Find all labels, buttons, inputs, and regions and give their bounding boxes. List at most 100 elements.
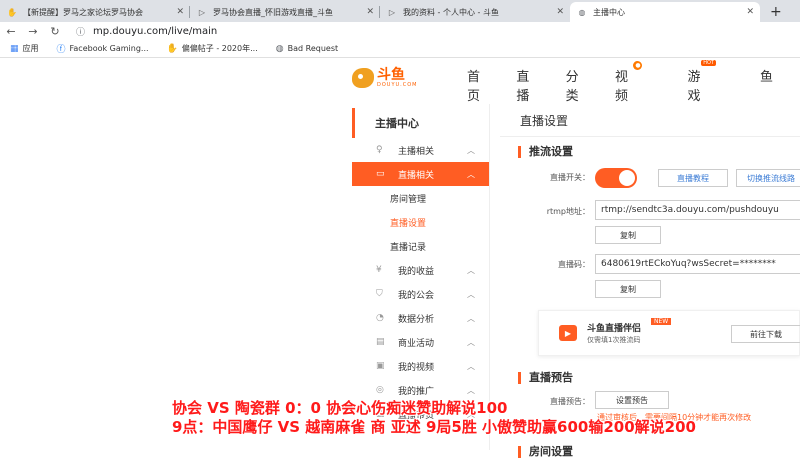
new-tab-button[interactable]: + <box>770 2 782 22</box>
sidebar-item-label: 我的公会 <box>398 290 435 301</box>
nav-video-label: 视频 <box>614 70 628 104</box>
copy-rtmp-button[interactable]: 复制 <box>595 226 661 244</box>
nav-game[interactable]: 游戏 HOT <box>687 60 733 104</box>
forward-arrow-icon[interactable]: → <box>22 25 44 38</box>
sidebar-sub-live-records[interactable]: 直播记录 <box>352 234 489 258</box>
sidebar-item-business[interactable]: ▤ 商业活动 ︿ <box>352 330 489 354</box>
close-icon[interactable]: ✕ <box>366 7 374 17</box>
sidebar-item-live[interactable]: ▭ 直播相关 ︿ <box>352 162 489 186</box>
globe-icon: ◍ <box>578 7 586 17</box>
bookmark-label: 应用 <box>22 44 39 53</box>
preview-label: 直播预告： <box>550 397 590 406</box>
overlay-caption-line2: 9点：中国鹰仔 VS 越南麻雀 商 亚述 9局5胜 小傲赞助赢600输200解说… <box>172 418 696 436</box>
nav-game-label: 游戏 <box>687 70 701 104</box>
promo-subtitle: 仅需填1次推流码 <box>587 336 641 344</box>
sidebar-item-label: 主播相关 <box>398 146 435 157</box>
section-room: 房间设置 <box>518 446 573 458</box>
address-bar: ← → ↻ ⓘ mp.douyu.com/live/main <box>0 22 800 40</box>
copy-code-button[interactable]: 复制 <box>595 280 661 298</box>
stream-code-field[interactable]: 6480619rtECkoYuq?wsSecret=******** <box>595 254 800 274</box>
blank-area <box>0 58 340 450</box>
url-field[interactable]: ⓘ mp.douyu.com/live/main <box>76 25 217 38</box>
chevron-up-icon: ︿ <box>467 361 475 371</box>
browser-tab-active[interactable]: ◍ 主播中心 ✕ <box>570 2 760 22</box>
info-icon[interactable]: ⓘ <box>76 25 85 38</box>
sidebar-item-earnings[interactable]: ¥ 我的收益 ︿ <box>352 258 489 282</box>
sidebar-item-videos[interactable]: ▣ 我的视频 ︿ <box>352 354 489 378</box>
section-push: 推流设置 <box>518 146 573 158</box>
chevron-up-icon: ︿ <box>467 265 475 275</box>
tab-title: 我的资料 - 个人中心 - 斗鱼 <box>403 7 499 17</box>
browser-tab[interactable]: ▷ 我的资料 - 个人中心 - 斗鱼 ✕ <box>380 2 570 22</box>
nav-home[interactable]: 首页 <box>467 66 489 104</box>
bookmark-post[interactable]: ✋ 偏偏帖子 - 2020年... <box>167 43 258 54</box>
mic-icon: ♀ <box>376 145 383 155</box>
switch-line-link[interactable]: 切换推流线路 <box>736 169 800 187</box>
chevron-up-icon: ︿ <box>467 337 475 347</box>
reload-icon[interactable]: ↻ <box>44 25 66 38</box>
rtmp-label: rtmp地址： <box>546 207 590 216</box>
bookmark-facebook[interactable]: ⓕ Facebook Gaming... <box>57 42 149 55</box>
set-preview-button[interactable]: 设置预告 <box>595 391 669 409</box>
sidebar-item-label: 数据分析 <box>398 314 435 325</box>
live-switch-toggle[interactable] <box>595 168 637 188</box>
top-navigation: 首页 直播 分类 视频 ● 游戏 HOT 鱼 <box>467 60 800 104</box>
overlay-caption-line1: 协会 VS 陶瓷群 0：0 协会心伤痴迷赞助解说100 <box>172 399 508 417</box>
stream-code-label: 直播码： <box>558 260 590 269</box>
hot-badge: HOT <box>701 60 716 66</box>
download-button[interactable]: 前往下载 <box>731 325 800 343</box>
close-icon[interactable]: ✕ <box>176 7 184 17</box>
video-icon: ▷ <box>388 7 396 17</box>
nav-video[interactable]: 视频 ● <box>614 61 661 104</box>
browser-tab-bar: ✋ 【新提醒】罗马之家论坛罗马协会 ✕ ▷ 罗马协会直播_怀旧游戏直播_斗鱼 ✕… <box>0 0 800 22</box>
fish-logo-icon <box>352 68 374 88</box>
close-icon[interactable]: ✕ <box>556 7 564 17</box>
tv-icon: ▭ <box>376 169 385 179</box>
main-panel: 直播设置 推流设置 直播开关： 直播教程 切换推流线路 rtmp地址： rtmp… <box>500 104 800 458</box>
apps-grid-icon: ▦ <box>10 43 19 54</box>
bookmark-label: Bad Request <box>287 44 339 53</box>
play-icon: ▶ <box>559 325 577 341</box>
live-switch-label: 直播开关： <box>550 173 590 182</box>
hand-icon: ✋ <box>7 7 17 17</box>
nav-live[interactable]: 直播 <box>516 66 538 104</box>
close-icon[interactable]: ✕ <box>746 7 754 17</box>
chevron-up-icon: ︿ <box>467 385 475 395</box>
companion-promo: ▶ 斗鱼直播伴侣 NEW 仅需填1次推流码 前往下载 <box>538 310 800 356</box>
bookmark-bad-request[interactable]: ◍ Bad Request <box>276 44 338 54</box>
logo-subtext: DOUYU.COM <box>377 82 418 88</box>
video-icon: ▣ <box>376 361 385 371</box>
pie-chart-icon: ◔ <box>376 313 384 323</box>
chevron-up-icon: ︿ <box>467 145 475 155</box>
page-content: 斗鱼 DOUYU.COM 首页 直播 分类 视频 ● 游戏 HOT 鱼 主播中心 ♀… <box>0 58 800 458</box>
guild-icon: ⛉ <box>376 289 383 299</box>
bookmark-label: Facebook Gaming... <box>69 44 149 53</box>
sidebar-sub-room[interactable]: 房间管理 <box>352 186 489 210</box>
url-text: mp.douyu.com/live/main <box>93 25 218 37</box>
notification-dot-icon: ● <box>633 61 643 70</box>
page-title: 直播设置 <box>520 114 569 128</box>
sidebar-item-label: 我的视频 <box>398 362 435 373</box>
sidebar-item-analytics[interactable]: ◔ 数据分析 ︿ <box>352 306 489 330</box>
bookmark-apps[interactable]: ▦ 应用 <box>10 43 39 54</box>
sidebar-item-guild[interactable]: ⛉ 我的公会 ︿ <box>352 282 489 306</box>
site-logo[interactable]: 斗鱼 DOUYU.COM <box>352 64 424 92</box>
tutorial-link[interactable]: 直播教程 <box>658 169 728 187</box>
sidebar-sub-live-settings[interactable]: 直播设置 <box>352 210 489 234</box>
sidebar-item-anchor[interactable]: ♀ 主播相关 ︿ <box>352 138 489 162</box>
logo-text: 斗鱼 <box>377 67 405 83</box>
browser-tab[interactable]: ▷ 罗马协会直播_怀旧游戏直播_斗鱼 ✕ <box>190 2 380 22</box>
chevron-up-icon: ︿ <box>467 313 475 323</box>
bookmark-label: 偏偏帖子 - 2020年... <box>181 44 258 53</box>
nav-more[interactable]: 鱼 <box>760 66 773 104</box>
back-arrow-icon[interactable]: ← <box>0 25 22 38</box>
facebook-icon: ⓕ <box>56 45 66 55</box>
sidebar-item-label: 商业活动 <box>398 338 435 349</box>
rtmp-address-field[interactable]: rtmp://sendtc3a.douyu.com/pushdouyu <box>595 200 800 220</box>
nav-category[interactable]: 分类 <box>566 66 588 104</box>
browser-tab[interactable]: ✋ 【新提醒】罗马之家论坛罗马协会 ✕ <box>0 2 190 22</box>
tab-title: 罗马协会直播_怀旧游戏直播_斗鱼 <box>213 7 333 17</box>
sidebar-item-label: 直播相关 <box>398 170 435 181</box>
section-preview: 直播预告 <box>518 372 573 384</box>
chevron-up-icon: ︿ <box>467 169 475 179</box>
